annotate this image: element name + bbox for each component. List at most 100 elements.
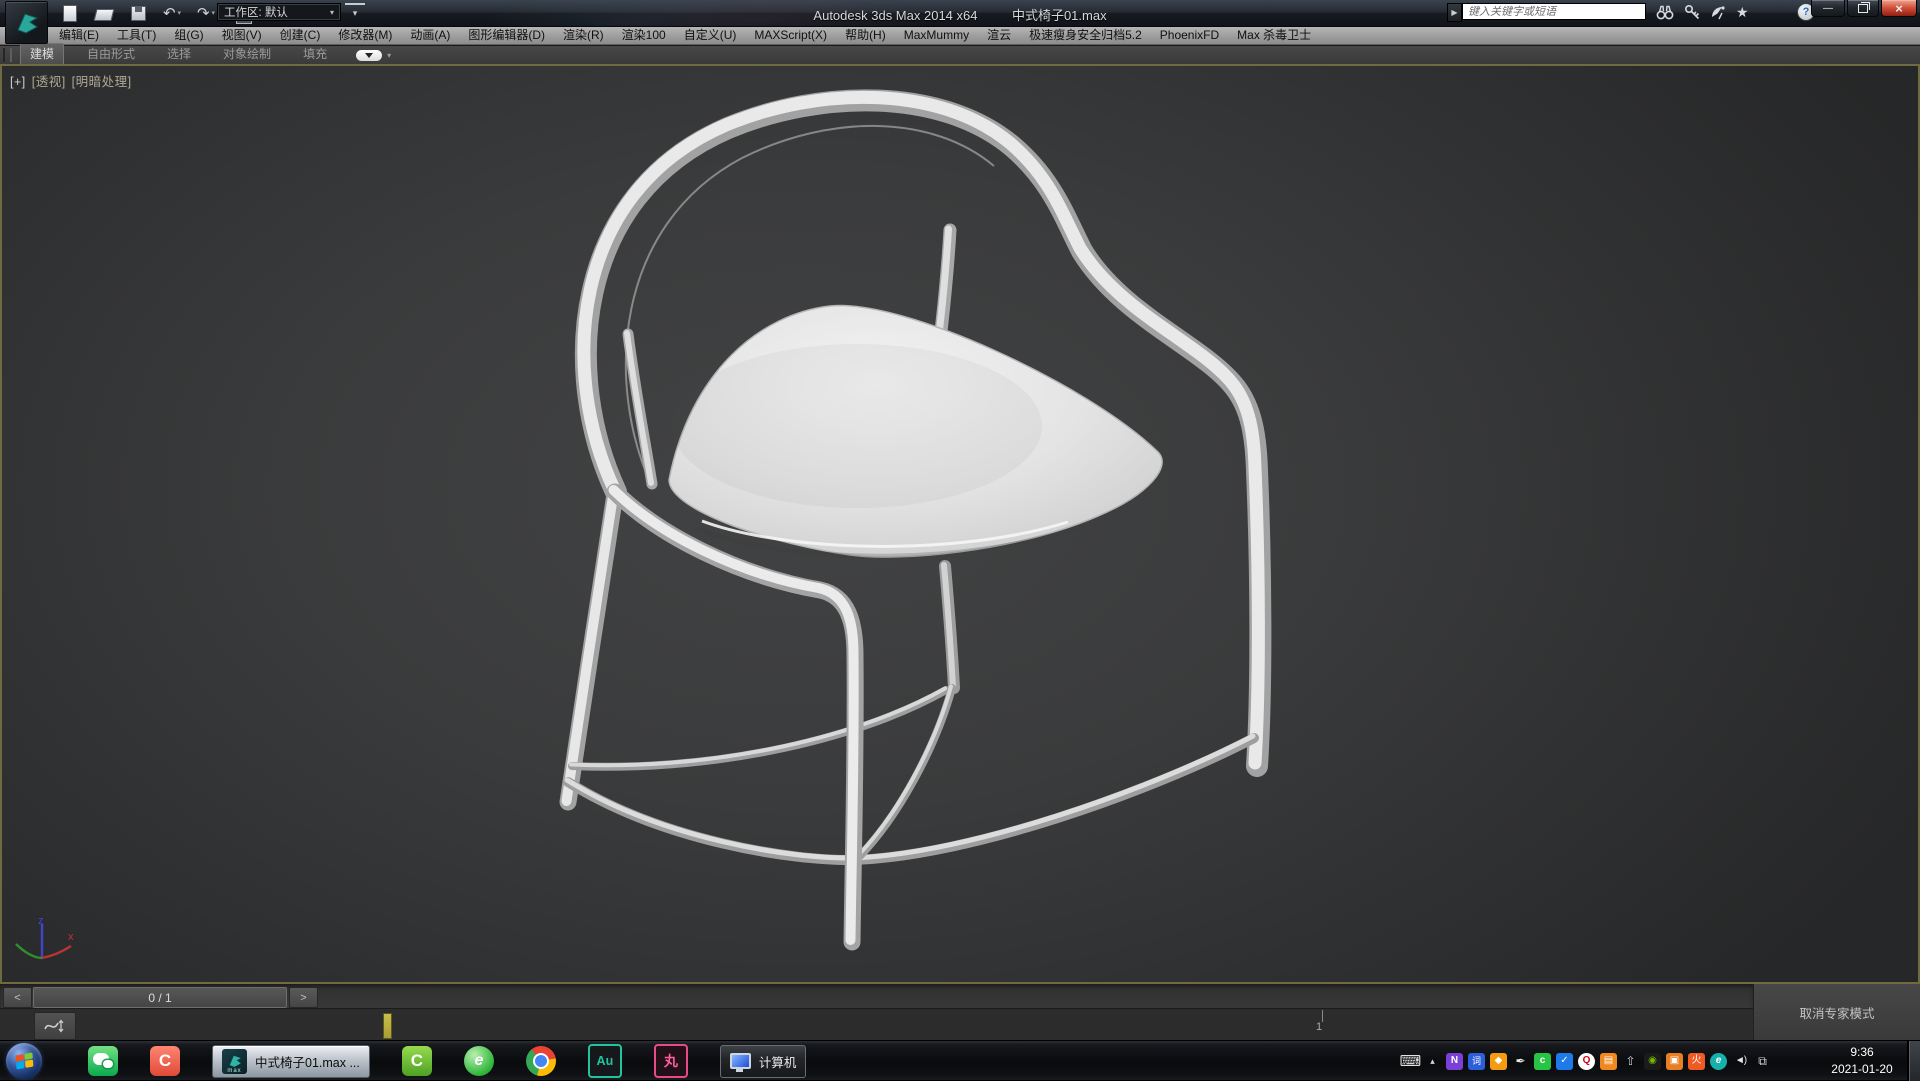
chair-left-leg	[567, 493, 616, 802]
search-binoculars-icon[interactable]	[1655, 4, 1675, 20]
communication-center-icon[interactable]	[1710, 4, 1727, 20]
open-file-button[interactable]	[94, 3, 114, 23]
chair-stretchers	[567, 687, 1254, 861]
camtasia-recorder-icon[interactable]: C	[150, 1046, 180, 1076]
wechat-icon[interactable]	[88, 1046, 118, 1076]
redo-caret-icon[interactable]: ▾	[212, 9, 216, 17]
undo-button[interactable]: ↶▾	[162, 3, 182, 23]
world-axis-gizmo: z x	[8, 916, 80, 976]
chrome-icon[interactable]	[526, 1046, 556, 1076]
restore-icon	[1858, 4, 1868, 13]
huorong-icon[interactable]: 火	[1688, 1053, 1705, 1070]
task-3dsmax-window[interactable]: max 中式椅子01.max ...	[212, 1045, 370, 1078]
chair-model[interactable]	[2, 66, 1918, 982]
animation-key-marker[interactable]	[383, 1013, 392, 1039]
windows-logo-icon	[15, 1053, 33, 1070]
wechat-tray-icon[interactable]: c	[1534, 1053, 1551, 1070]
volume-icon[interactable]: ◄)	[1732, 1053, 1749, 1070]
menu-group[interactable]: 组(G)	[165, 27, 212, 44]
frame-tick-label: 1	[1316, 1021, 1322, 1033]
menu-edit[interactable]: 编辑(E)	[50, 27, 108, 44]
redo-button[interactable]: ↷▾	[196, 3, 216, 23]
cancel-expert-mode-button[interactable]: 取消专家模式	[1793, 1002, 1880, 1023]
workspace-selector[interactable]: 工作区: 默认 ▾	[217, 3, 341, 21]
input-method-icon[interactable]: ⌨	[1402, 1053, 1419, 1070]
save-button[interactable]	[128, 3, 148, 23]
usb-tool-icon[interactable]: ◆	[1490, 1053, 1507, 1070]
key-access-icon[interactable]	[1684, 4, 1701, 20]
perspective-viewport[interactable]: [+] [透视] [明暗处理]	[0, 64, 1920, 984]
chair-rear-leg	[944, 565, 954, 688]
usb-eject-icon[interactable]: ⇧	[1622, 1053, 1639, 1070]
menu-rendering[interactable]: 渲染(R)	[554, 27, 613, 44]
undo-caret-icon[interactable]: ▾	[178, 9, 182, 17]
track-bar[interactable]: 1	[0, 1008, 1753, 1040]
menu-animation[interactable]: 动画(A)	[401, 27, 459, 44]
menu-render100[interactable]: 渲染100	[613, 27, 675, 44]
time-slider-thumb[interactable]: 0 / 1	[33, 987, 287, 1008]
mini-curve-editor-button[interactable]	[34, 1012, 76, 1040]
menu-graph-editors[interactable]: 图形编辑器(D)	[459, 27, 554, 44]
menu-views[interactable]: 视图(V)	[213, 27, 271, 44]
camtasia-studio-icon[interactable]: C	[402, 1046, 432, 1076]
workspace-caret-icon: ▾	[330, 8, 334, 17]
ribbon-tab-selection[interactable]: 选择	[158, 44, 200, 64]
ribbon-minimize-button[interactable]	[356, 50, 382, 61]
start-button[interactable]	[6, 1043, 42, 1079]
netcut-icon[interactable]: N	[1446, 1053, 1463, 1070]
ribbon-options-caret-icon[interactable]: ▾	[387, 51, 391, 60]
menu-tools[interactable]: 工具(T)	[108, 27, 165, 44]
frame-tick-line	[1322, 1010, 1323, 1022]
ribbon-tab-object-paint[interactable]: 对象绘制	[214, 44, 280, 64]
menu-phoenixfd[interactable]: PhoenixFD	[1151, 27, 1228, 44]
qq-icon[interactable]: Q	[1578, 1053, 1595, 1070]
menu-create[interactable]: 创建(C)	[271, 27, 330, 44]
audition-icon[interactable]: Au	[588, 1044, 622, 1078]
new-file-button[interactable]	[60, 3, 80, 23]
ribbon-grip-handle[interactable]	[3, 48, 12, 62]
menu-maxmummy[interactable]: MaxMummy	[895, 27, 978, 44]
workspace-options-button[interactable]: ▾	[345, 3, 365, 21]
network-icon[interactable]: ⧉	[1754, 1053, 1771, 1070]
restore-button[interactable]	[1847, 0, 1879, 17]
menu-archive-tool[interactable]: 极速瘦身安全归档5.2	[1020, 27, 1151, 44]
task-computer-window[interactable]: 计算机	[720, 1045, 807, 1078]
browser-tray-icon[interactable]: ▤	[1600, 1053, 1617, 1070]
workspace-selector-value: 工作区: 默认	[224, 4, 330, 20]
menu-rendercloud[interactable]: 渲云	[978, 27, 1020, 44]
menu-antivirus[interactable]: Max 杀毒卫士	[1228, 27, 1320, 44]
menu-maxscript[interactable]: MAXScript(X)	[745, 27, 836, 44]
taskbar: C max 中式椅子01.max ... C e Au 丸 计算机 ⌨ ▴ N	[0, 1040, 1920, 1080]
previous-frame-button[interactable]: <	[3, 987, 32, 1008]
show-desktop-button[interactable]	[1907, 1041, 1920, 1081]
minimize-button[interactable]: —	[1811, 0, 1845, 17]
menu-customize[interactable]: 自定义(U)	[675, 27, 746, 44]
axis-z-label: z	[38, 916, 44, 927]
next-frame-button[interactable]: >	[289, 987, 318, 1008]
green-browser-icon[interactable]: e	[464, 1046, 494, 1076]
show-hidden-icons[interactable]: ▴	[1424, 1053, 1441, 1070]
reader-pen-icon[interactable]: ✒	[1512, 1053, 1529, 1070]
ribbon-tab-populate[interactable]: 填充	[294, 44, 336, 64]
search-input[interactable]	[1462, 3, 1646, 20]
taskbar-clock[interactable]: 9:36 2021-01-20	[1818, 1044, 1906, 1079]
app-logo-button[interactable]	[5, 1, 48, 44]
nvidia-icon[interactable]: ◉	[1644, 1053, 1661, 1070]
infocenter-collapse-button[interactable]: ▶	[1447, 3, 1462, 22]
menu-bar: 编辑(E) 工具(T) 组(G) 视图(V) 创建(C) 修改器(M) 动画(A…	[0, 27, 1920, 45]
redo-icon: ↷	[197, 6, 210, 21]
taskbar-items: C max 中式椅子01.max ... C e Au 丸 计算机	[88, 1041, 838, 1081]
pc-manager-icon[interactable]: ✓	[1556, 1053, 1573, 1070]
infocenter-icons: ★	[1655, 2, 1749, 22]
favorites-star-icon[interactable]: ★	[1736, 5, 1749, 19]
ribbon-tab-freeform[interactable]: 自由形式	[78, 44, 144, 64]
eset-icon[interactable]: e	[1710, 1053, 1727, 1070]
screenshot-icon[interactable]: ▣	[1666, 1053, 1683, 1070]
menu-help[interactable]: 帮助(H)	[836, 27, 895, 44]
dict-icon[interactable]: 词	[1468, 1053, 1485, 1070]
wan-app-icon[interactable]: 丸	[654, 1044, 688, 1078]
menu-modifiers[interactable]: 修改器(M)	[329, 27, 401, 44]
product-title: Autodesk 3ds Max 2014 x64	[813, 8, 977, 23]
ribbon-tab-modeling[interactable]: 建模	[20, 43, 64, 64]
close-button[interactable]: ×	[1881, 0, 1917, 17]
